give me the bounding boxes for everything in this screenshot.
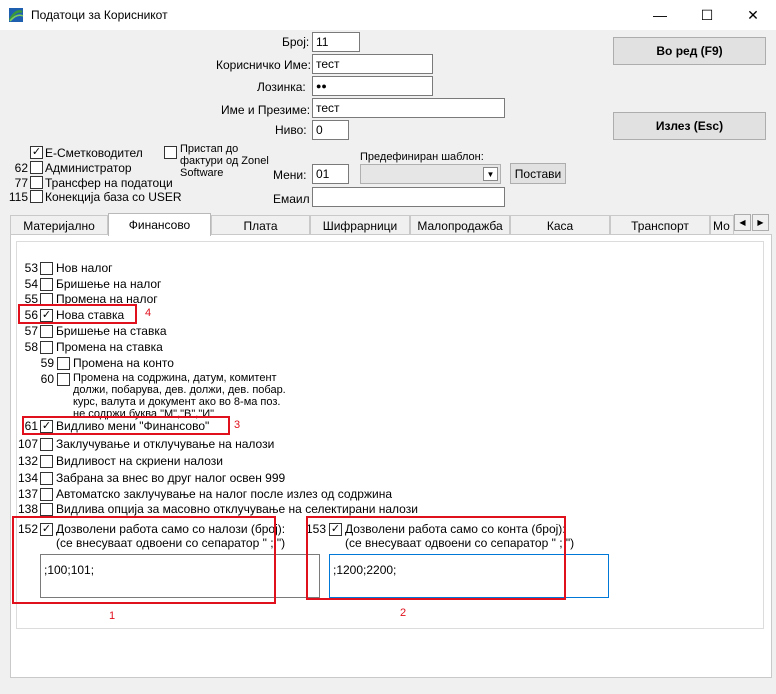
nivo-field[interactable]: 0	[312, 120, 349, 140]
app-icon	[8, 8, 24, 22]
permission-number: 137	[17, 487, 38, 501]
permission-checkbox[interactable]	[57, 357, 70, 370]
permission-checkbox[interactable]	[40, 503, 53, 516]
permission-label: Забрана за внес во друг налог освен 999	[56, 471, 286, 485]
permission-number: 58	[24, 340, 38, 354]
permission-number: 134	[17, 471, 38, 485]
tab-transport[interactable]: Транспорт	[610, 215, 710, 235]
template-dropdown[interactable]: ▼	[360, 164, 501, 184]
tab-payroll[interactable]: Плата	[211, 215, 310, 235]
window-title: Податоци за Корисникот	[31, 8, 168, 22]
annotation-number: 3	[234, 419, 241, 431]
permission-number: 57	[24, 324, 38, 338]
permission-label: Промена на содржина, датум, комитент дол…	[73, 372, 286, 420]
permission-checkbox[interactable]	[40, 278, 53, 291]
permission-checkbox[interactable]	[40, 341, 53, 354]
permission-checkbox[interactable]	[40, 455, 53, 468]
maximize-button[interactable]: ☐	[684, 0, 730, 30]
annotation-number: 1	[109, 610, 116, 622]
minimize-button[interactable]: —	[637, 0, 683, 30]
permission-label: Видливост на скриени налози	[56, 454, 223, 468]
permission-checkbox[interactable]	[40, 262, 53, 275]
role-checkbox-db-connection[interactable]	[30, 190, 43, 203]
broj-label: Број:	[282, 35, 310, 49]
permission-label: Заклучување и отклучување на налози	[56, 437, 275, 451]
close-button[interactable]: ✕	[730, 0, 776, 30]
fullname-label: Име и Презиме:	[221, 103, 311, 117]
permission-label: Промена на конто	[73, 356, 174, 370]
exit-button[interactable]: Излез (Esc)	[613, 112, 766, 140]
email-field[interactable]	[312, 187, 505, 207]
permission-number: 132	[17, 454, 38, 468]
permission-number: 60	[40, 372, 54, 386]
permission-number: 53	[24, 261, 38, 275]
permission-label: Промена на ставка	[56, 340, 163, 354]
chevron-down-icon[interactable]: ▼	[483, 167, 498, 181]
title-bar: Податоци за Корисникот — ☐ ✕	[0, 0, 776, 30]
role-label: Е-Сметководител	[45, 146, 143, 160]
role-label: Трансфер на податоци	[45, 176, 173, 190]
tab-cash[interactable]: Каса	[510, 215, 610, 235]
tab-more[interactable]: Мо	[710, 215, 734, 235]
permission-label: Бришење на налог	[56, 277, 162, 291]
password-label: Лозинка:	[257, 80, 306, 94]
permission-number: 107	[17, 437, 38, 451]
tab-materials[interactable]: Материјално	[10, 215, 108, 235]
tab-scroll-right-icon[interactable]: ▶	[752, 214, 769, 231]
role-number: 62	[14, 161, 28, 175]
meni-field[interactable]: 01	[312, 164, 349, 184]
permission-checkbox[interactable]	[40, 438, 53, 451]
annotation-box-4	[18, 304, 137, 324]
permission-number: 59	[40, 356, 54, 370]
annotation-box-2	[306, 516, 566, 600]
meni-label: Мени:	[273, 168, 307, 182]
role-label: Конекција база со USER	[45, 190, 182, 204]
broj-field[interactable]: 11	[312, 32, 360, 52]
permission-checkbox[interactable]	[40, 472, 53, 485]
nivo-label: Ниво:	[275, 123, 307, 137]
zonel-checkbox[interactable]	[164, 146, 177, 159]
tab-retail[interactable]: Малопродажба	[410, 215, 510, 235]
fullname-field[interactable]: тест	[312, 98, 505, 118]
role-checkbox-data-transfer[interactable]	[30, 176, 43, 189]
permission-label: Видлива опција за масовно отклучување на…	[56, 502, 418, 516]
permission-label: Бришење на ставка	[56, 324, 167, 338]
zonel-label: Пристап до фактури од Zonel Software	[180, 143, 269, 179]
annotation-number: 4	[145, 307, 152, 319]
permission-number: 54	[24, 277, 38, 291]
username-label: Корисничко Име:	[216, 58, 311, 72]
template-label: Предефиниран шаблон:	[360, 151, 484, 163]
tab-scroll-left-icon[interactable]: ◀	[734, 214, 751, 231]
annotation-box-3	[22, 416, 230, 435]
permission-checkbox[interactable]	[40, 488, 53, 501]
set-template-button[interactable]: Постави	[510, 163, 566, 184]
annotation-number: 2	[400, 607, 407, 619]
permission-checkbox[interactable]	[40, 325, 53, 338]
annotation-box-1	[12, 516, 276, 604]
permission-checkbox[interactable]	[57, 373, 70, 386]
permission-number: 138	[17, 502, 38, 516]
role-number: 115	[8, 190, 28, 204]
role-checkbox-e-accountant[interactable]: ✓	[30, 146, 43, 159]
role-label: Администратор	[45, 161, 132, 175]
tab-codebooks[interactable]: Шифрарници	[310, 215, 410, 235]
permission-label: Нов налог	[56, 261, 113, 275]
permission-label: Автоматско заклучување на налог после из…	[56, 487, 393, 501]
email-label: Емаил	[273, 192, 310, 206]
tab-finance[interactable]: Финансово	[108, 213, 211, 236]
role-checkbox-administrator[interactable]	[30, 161, 43, 174]
username-field[interactable]: тест	[312, 54, 433, 74]
ok-button[interactable]: Во ред (F9)	[613, 37, 766, 65]
role-number: 77	[14, 176, 28, 190]
password-field[interactable]: ●●	[312, 76, 433, 96]
